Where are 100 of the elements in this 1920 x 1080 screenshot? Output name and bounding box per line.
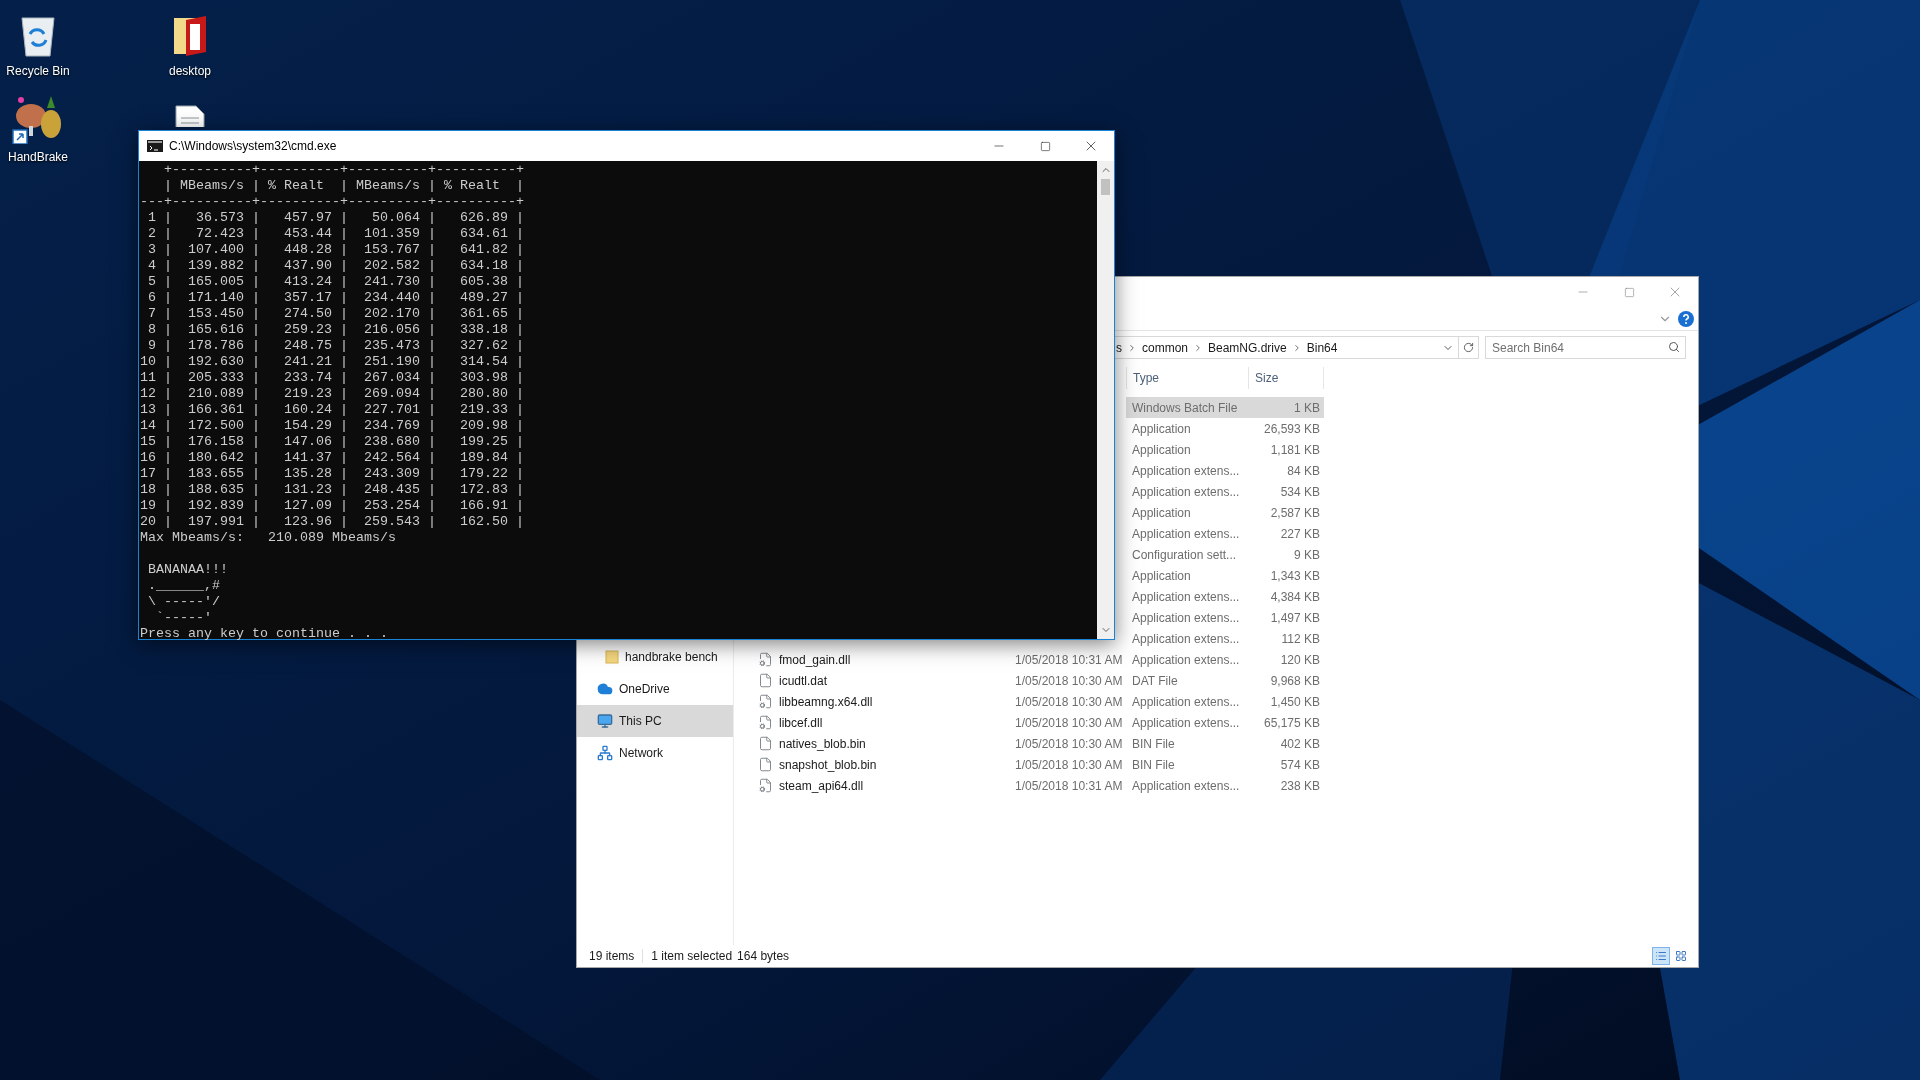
console-line: 1 | 36.573 | 457.97 | 50.064 | 626.89 |	[147, 210, 525, 226]
file-icon	[758, 673, 773, 688]
file-size: 227 KB	[1280, 525, 1320, 543]
breadcrumb-item[interactable]: common	[1142, 338, 1188, 357]
gear-file-icon	[758, 715, 773, 730]
file-row[interactable]: Application 2,587 KB	[1126, 502, 1324, 523]
file-size: 26,593 KB	[1263, 420, 1320, 438]
console-line: 15 | 176.158 | 147.06 | 238.680 | 199.25 |	[140, 434, 525, 450]
file-row[interactable]: Application 1,181 KB	[1126, 439, 1324, 460]
console-line: Press any key to continue . . .	[140, 626, 389, 642]
file-row[interactable]: Application extens... 1,497 KB	[1126, 607, 1324, 628]
file-row[interactable]: Application 1,343 KB	[1126, 565, 1324, 586]
file-row[interactable]: steam_api64.dll 1/05/2018 10:31 AM Application extens... 238 KB	[758, 775, 1324, 796]
file-size: 1 KB	[1294, 399, 1320, 417]
console-line: 20 | 197.991 | 123.96 | 259.543 | 162.50 |	[140, 514, 525, 530]
console-line: 8 | 165.616 | 259.23 | 216.056 | 338.18 |	[147, 322, 525, 338]
column-header[interactable]: Size	[1249, 367, 1324, 389]
console-line: 2 | 72.423 | 453.44 | 101.359 | 634.61 |	[147, 226, 525, 242]
file-row[interactable]: Windows Batch File 1 KB	[1126, 397, 1324, 418]
file-size: 4,384 KB	[1270, 588, 1320, 606]
file-row[interactable]: natives_blob.bin 1/05/2018 10:30 AM BIN File 402 KB	[758, 733, 1324, 754]
details-view-button[interactable]	[1652, 947, 1670, 965]
console-line: 19 | 192.839 | 127.09 | 253.254 | 166.91 |	[140, 498, 525, 514]
file-type: Application extens...	[1132, 778, 1240, 793]
file-row[interactable]: Application extens... 84 KB	[1126, 460, 1324, 481]
console-line: .______,#	[147, 578, 221, 594]
file-row[interactable]: libcef.dll 1/05/2018 10:30 AM Application extens... 65,175 KB	[758, 712, 1324, 733]
file-size: 2,587 KB	[1270, 504, 1320, 522]
breadcrumb-separator-icon	[1127, 342, 1137, 353]
file-size: 574 KB	[1280, 756, 1320, 774]
file-type: Application	[1132, 568, 1191, 583]
file-row[interactable]: snapshot_blob.bin 1/05/2018 10:30 AM BIN File 574 KB	[758, 754, 1324, 775]
breadcrumb-separator-icon	[1193, 342, 1203, 353]
file-row[interactable]: Application extens... 227 KB	[1126, 523, 1324, 544]
monitor-icon	[597, 713, 613, 729]
file-type: BIN File	[1132, 736, 1175, 751]
console-line: 18 | 188.635 | 131.23 | 248.435 | 172.83 |	[140, 482, 525, 498]
nav-pane-item[interactable]: OneDrive	[577, 673, 733, 705]
nav-pane-item[interactable]: handbrake bench	[577, 641, 733, 673]
file-size: 120 KB	[1280, 651, 1320, 669]
console-icon	[147, 140, 163, 152]
console-line: 9 | 178.786 | 248.75 | 235.473 | 327.62 |	[147, 338, 525, 354]
console-line: +----------+----------+----------+----------+	[163, 162, 525, 178]
file-type: Application extens...	[1132, 463, 1240, 478]
nav-pane-item[interactable]: Network	[577, 737, 733, 769]
file-row[interactable]: icudtl.dat 1/05/2018 10:30 AM DAT File 9,968 KB	[758, 670, 1324, 691]
help-icon[interactable]	[1678, 310, 1694, 327]
maximize-icon	[1039, 140, 1051, 152]
breadcrumb-item[interactable]: Bin64	[1306, 338, 1338, 357]
file-type: Application extens...	[1132, 589, 1240, 604]
search-icon	[1668, 341, 1680, 353]
file-icon	[758, 736, 773, 751]
breadcrumb-item[interactable]: s	[1116, 338, 1122, 357]
file-row[interactable]: Application extens... 534 KB	[1126, 481, 1324, 502]
file-size: 238 KB	[1280, 777, 1320, 795]
file-row[interactable]: fmod_gain.dll 1/05/2018 10:31 AM Application extens... 120 KB	[758, 649, 1324, 670]
console-line: 16 | 180.642 | 141.37 | 242.564 | 189.84 |	[140, 450, 525, 466]
file-row[interactable]: libbeamng.x64.dll 1/05/2018 10:30 AM Application extens... 1,450 KB	[758, 691, 1324, 712]
scrollbar-thumb[interactable]	[1101, 179, 1110, 195]
refresh-button[interactable]	[1459, 336, 1479, 359]
file-name: steam_api64.dll	[779, 777, 864, 795]
document-icon[interactable]	[174, 104, 206, 127]
file-size: 1,343 KB	[1270, 567, 1320, 585]
maximize-icon	[1623, 286, 1635, 298]
desktop-icon-label[interactable]: desktop	[169, 64, 211, 78]
console-line: 7 | 153.450 | 274.50 | 202.170 | 361.65 |	[147, 306, 525, 322]
file-icon	[758, 757, 773, 772]
folder-icon[interactable]	[172, 14, 208, 58]
file-size: 65,175 KB	[1263, 714, 1320, 732]
file-date: 1/05/2018 10:30 AM	[1015, 694, 1123, 709]
file-name: libbeamng.x64.dll	[779, 693, 873, 711]
desktop-icon-label[interactable]: Recycle Bin	[6, 64, 70, 78]
column-header[interactable]: Type	[1126, 367, 1249, 389]
file-size: 112 KB	[1281, 630, 1320, 648]
file-type: DAT File	[1132, 673, 1178, 688]
file-size: 1,450 KB	[1270, 693, 1320, 711]
file-type: Application extens...	[1132, 694, 1240, 709]
file-name: snapshot_blob.bin	[779, 756, 877, 774]
breadcrumb-item[interactable]: BeamNG.drive	[1208, 338, 1287, 357]
selection-info: 1 item selected	[651, 948, 734, 965]
file-row[interactable]: Application extens... 4,384 KB	[1126, 586, 1324, 607]
console-line: 14 | 172.500 | 154.29 | 234.769 | 209.98 |	[140, 418, 525, 434]
file-date: 1/05/2018 10:31 AM	[1015, 778, 1123, 793]
search-field[interactable]: Search Bin64	[1485, 336, 1686, 359]
scrollbar[interactable]	[1097, 161, 1114, 639]
console-line: 17 | 183.655 | 135.28 | 243.309 | 179.22 |	[140, 466, 525, 482]
nav-pane-item[interactable]: This PC	[577, 705, 733, 737]
gear-file-icon	[758, 778, 773, 793]
console-line: 11 | 205.333 | 233.74 | 267.034 | 303.98 |	[140, 370, 525, 386]
file-row[interactable]: Configuration sett... 9 KB	[1126, 544, 1324, 565]
console-line: Max Mbeams/s: 210.089 Mbeams/s	[140, 530, 397, 546]
file-type: Application	[1132, 442, 1191, 457]
file-row[interactable]: Application extens... 112 KB	[1126, 628, 1324, 649]
console-line: ---+----------+----------+----------+----------+	[140, 194, 525, 210]
file-type: Application	[1132, 505, 1191, 520]
desktop-icon-label[interactable]: HandBrake	[7, 150, 68, 164]
file-type: Application extens...	[1132, 652, 1240, 667]
file-row[interactable]: Application 26,593 KB	[1126, 418, 1324, 439]
console-line: 12 | 210.089 | 219.23 | 269.094 | 280.80 |	[140, 386, 525, 402]
file-type: Application extens...	[1132, 610, 1240, 625]
